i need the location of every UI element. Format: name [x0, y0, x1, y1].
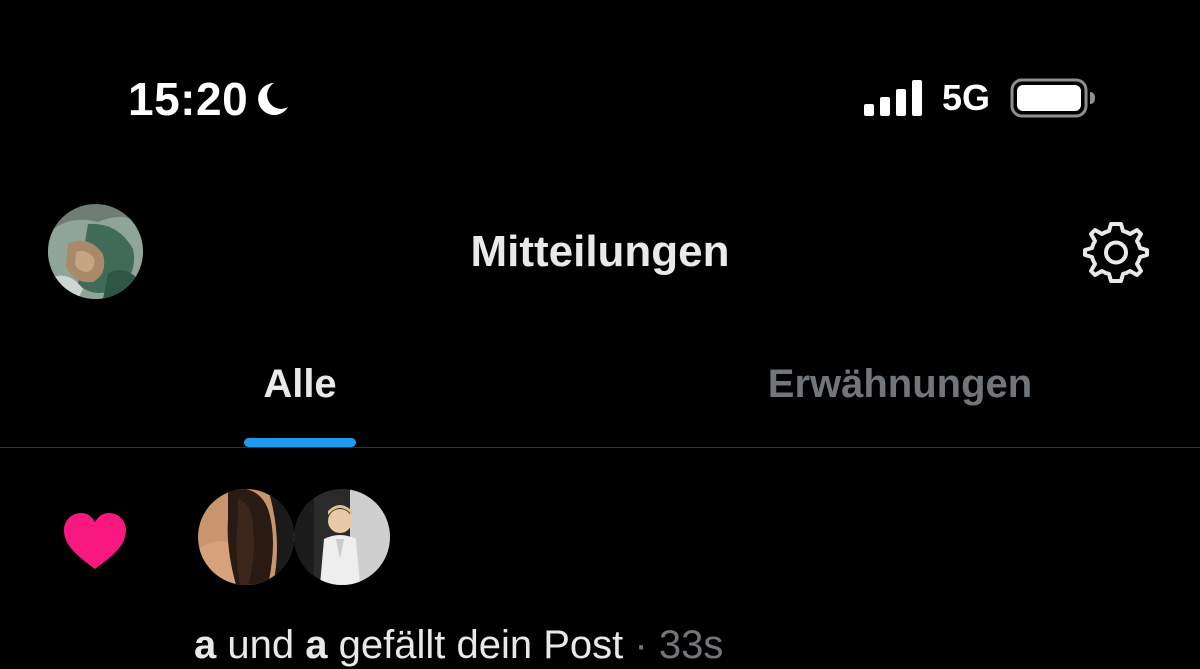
- tab-bar: Alle Erwähnungen: [0, 330, 1200, 448]
- settings-button[interactable]: [1082, 218, 1150, 286]
- notification-separator: ·: [634, 623, 648, 667]
- gear-icon: [1083, 222, 1149, 283]
- status-bar: 15:20 5G: [0, 0, 1200, 190]
- heart-icon: [64, 513, 126, 569]
- tab-divider: [0, 447, 1200, 448]
- active-tab-indicator: [244, 438, 356, 447]
- battery-icon: [1010, 78, 1095, 118]
- status-time-group: 15:20: [128, 74, 292, 124]
- tab-mentions[interactable]: Erwähnungen: [600, 330, 1200, 448]
- notification-time: 33s: [658, 623, 724, 667]
- status-indicators: 5G: [863, 76, 1096, 120]
- notification-connector: und: [227, 623, 295, 667]
- moon-icon: [258, 83, 289, 115]
- liker-avatar-image: [198, 489, 294, 585]
- liker-avatars: [198, 489, 398, 589]
- signal-icon: [863, 80, 922, 116]
- status-time: 15:20: [128, 73, 249, 125]
- tab-mentions-label: Erwähnungen: [767, 362, 1033, 406]
- notification-item[interactable]: a und a gefällt dein Post · 33s: [0, 449, 1200, 667]
- network-label: 5G: [941, 77, 990, 118]
- page-title: Mitteilungen: [470, 227, 730, 276]
- liker-avatar[interactable]: [294, 489, 390, 585]
- liker-avatar-image: [294, 489, 390, 585]
- tab-all[interactable]: Alle: [0, 330, 600, 448]
- liker-avatar[interactable]: [198, 489, 294, 585]
- notification-text: a und a gefällt dein Post · 33s: [194, 621, 723, 669]
- notification-user-1[interactable]: a: [194, 623, 216, 667]
- tab-all-label: Alle: [263, 362, 337, 406]
- header: Mitteilungen: [0, 200, 1200, 310]
- notification-user-2[interactable]: a: [305, 623, 327, 667]
- notification-action: gefällt dein Post: [338, 623, 624, 667]
